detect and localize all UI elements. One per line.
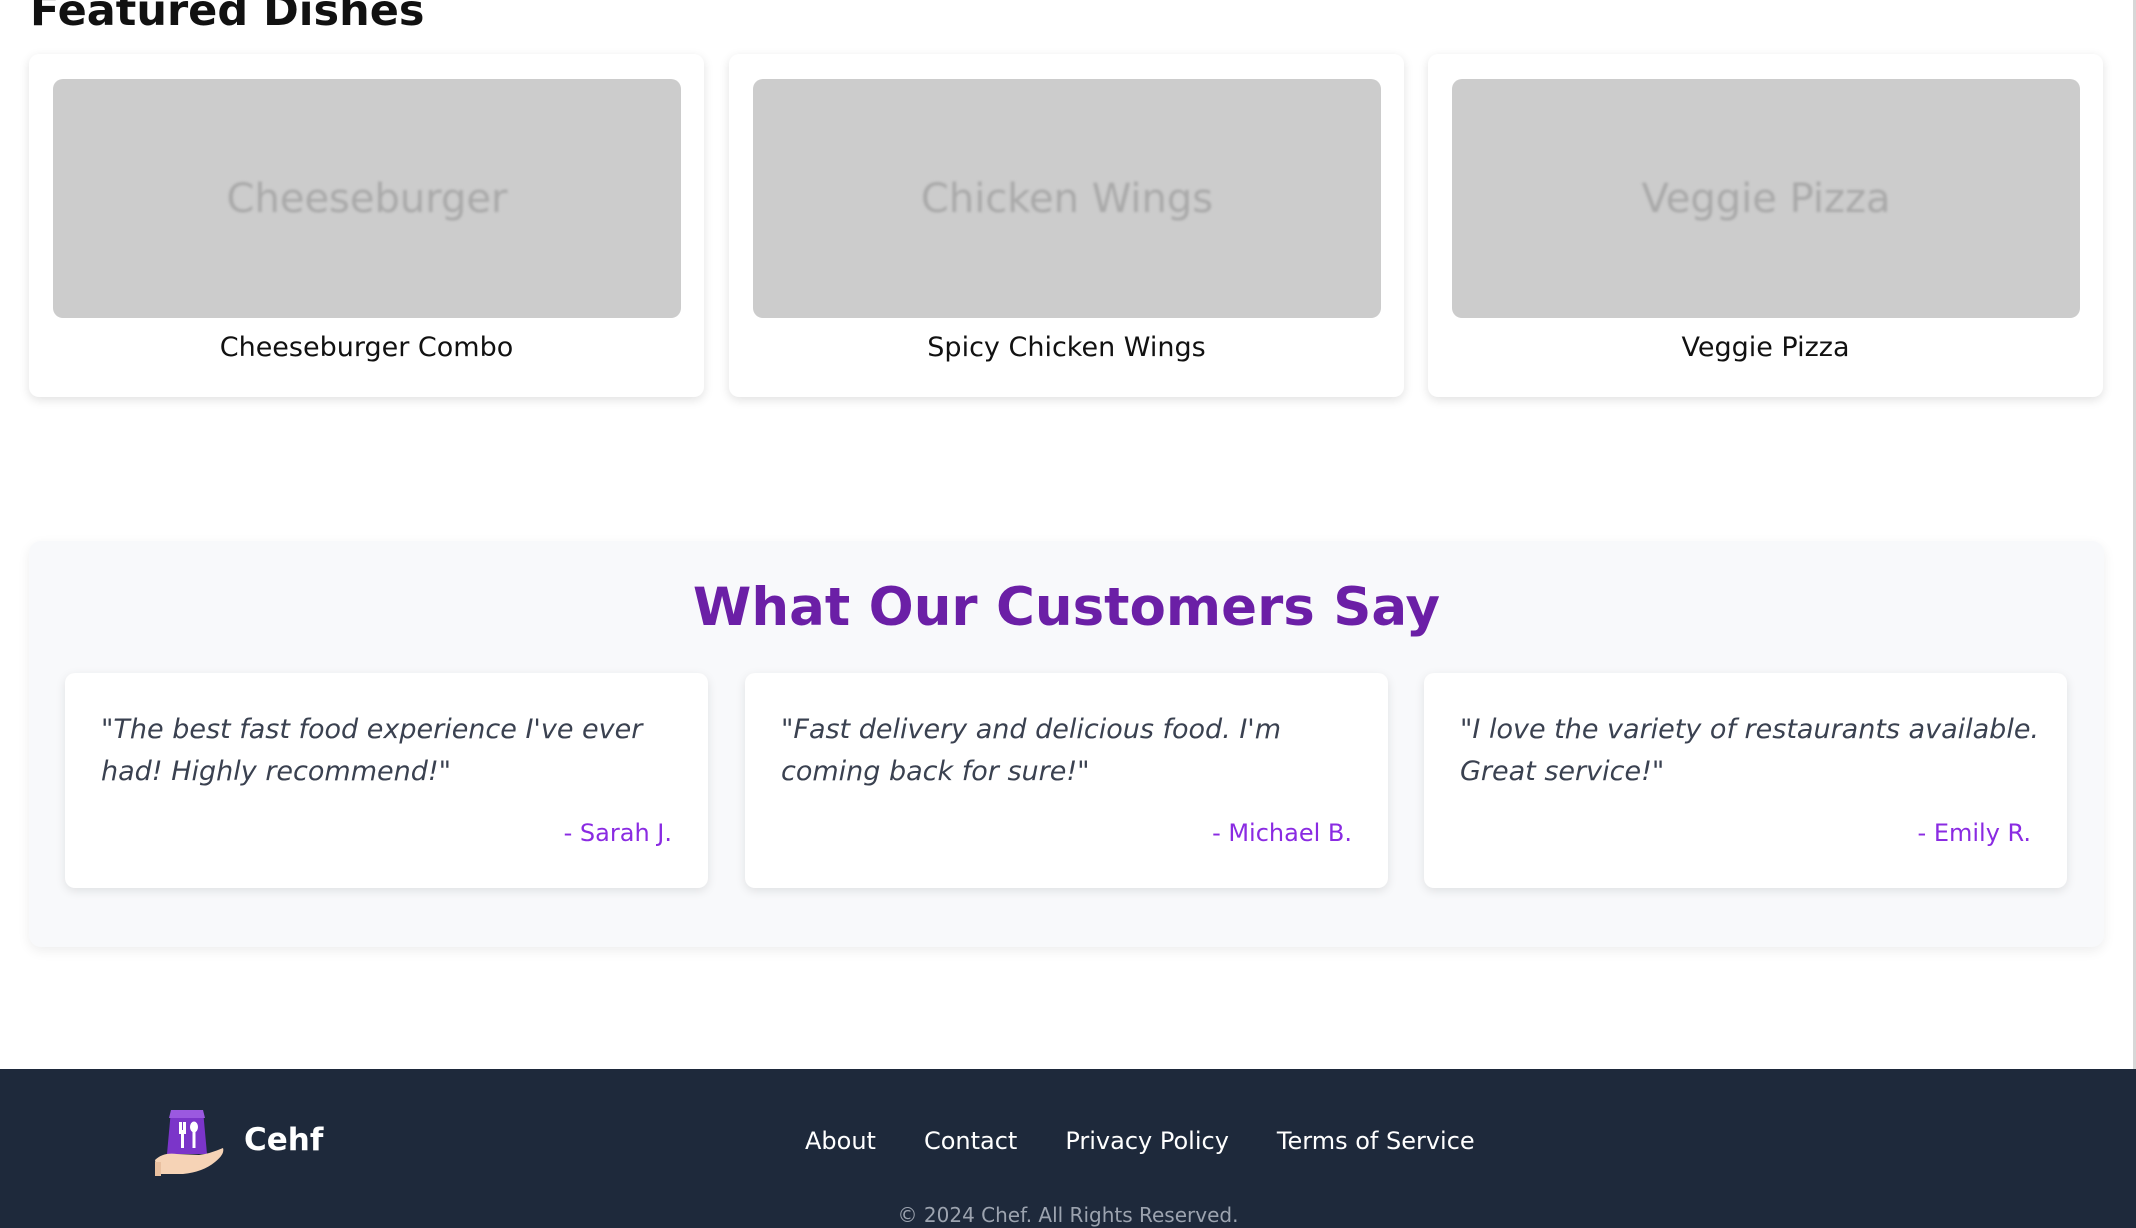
dish-name: Cheeseburger Combo — [219, 332, 514, 363]
dish-image-placeholder: Veggie Pizza — [1452, 79, 2080, 318]
testimonials-section: What Our Customers Say "The best fast fo… — [29, 541, 2104, 947]
footer-link-about[interactable]: About — [805, 1127, 876, 1155]
footer-link-terms-of-service[interactable]: Terms of Service — [1277, 1127, 1475, 1155]
dish-card[interactable]: Chicken Wings Spicy Chicken Wings — [729, 54, 1404, 397]
footer-link-privacy-policy[interactable]: Privacy Policy — [1065, 1127, 1229, 1155]
testimonials-title: What Our Customers Say — [692, 577, 1441, 638]
brand-name[interactable]: Cehf — [244, 1122, 323, 1158]
page: Featured Dishes Cheeseburger Cheeseburge… — [0, 0, 2136, 1228]
dish-card[interactable]: Veggie Pizza Veggie Pizza — [1428, 54, 2103, 397]
dish-image-placeholder: Chicken Wings — [753, 79, 1381, 318]
dish-image-label: Cheeseburger — [226, 175, 508, 222]
testimonial-quote: "The best fast food experience I've ever… — [101, 714, 643, 787]
testimonial-card: "The best fast food experience I've ever… — [65, 673, 708, 888]
testimonial-author: - Emily R. — [1917, 819, 2031, 847]
dish-card[interactable]: Cheeseburger Cheeseburger Combo — [29, 54, 704, 397]
hand-holding-bag-fork-spoon-icon[interactable] — [153, 1104, 226, 1176]
dish-image-placeholder: Cheeseburger — [53, 79, 681, 318]
footer: Cehf About Contact Privacy Policy Terms … — [0, 1069, 2136, 1228]
dish-name: Spicy Chicken Wings — [927, 332, 1206, 363]
copyright: © 2024 Chef. All Rights Reserved. — [897, 1203, 1239, 1227]
dish-name: Veggie Pizza — [1681, 332, 1850, 363]
featured-dishes-title: Featured Dishes — [30, 0, 425, 36]
dish-image-label: Veggie Pizza — [1641, 175, 1891, 222]
testimonial-author: - Michael B. — [1212, 819, 1352, 847]
testimonial-author: - Sarah J. — [563, 819, 672, 847]
testimonial-quote: "I love the variety of restaurants avail… — [1460, 714, 2040, 787]
testimonial-quote: "Fast delivery and delicious food. I'm c… — [781, 714, 1282, 787]
footer-link-contact[interactable]: Contact — [924, 1127, 1017, 1155]
footer-nav: About Contact Privacy Policy Terms of Se… — [805, 1127, 1475, 1155]
dish-image-label: Chicken Wings — [920, 175, 1214, 222]
testimonial-card: "I love the variety of restaurants avail… — [1424, 673, 2067, 888]
testimonial-card: "Fast delivery and delicious food. I'm c… — [745, 673, 1388, 888]
